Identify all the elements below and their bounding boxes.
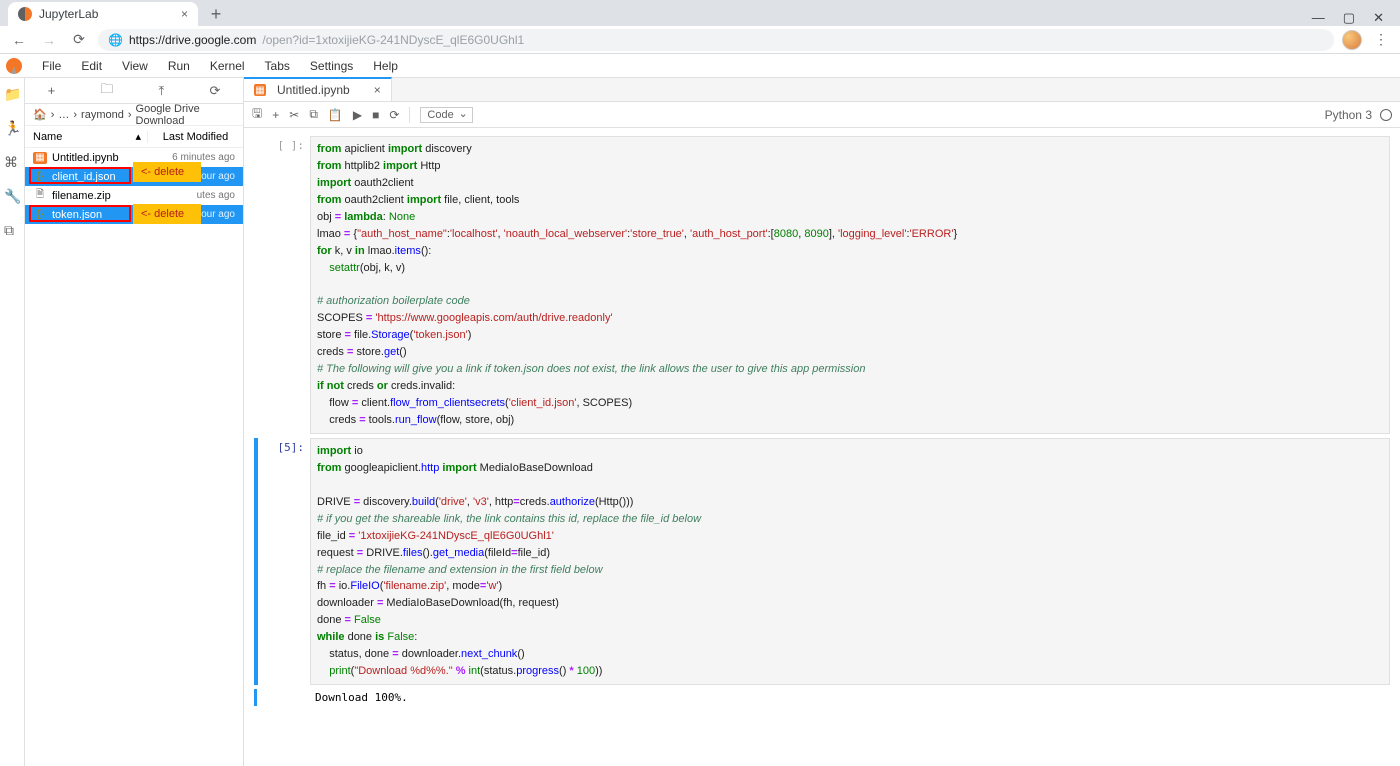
- back-button[interactable]: ←: [8, 32, 30, 48]
- code-editor[interactable]: import io from googleapiclient.http impo…: [310, 438, 1390, 685]
- upload-button[interactable]: ⤒: [159, 83, 165, 99]
- paste-button[interactable]: 📋: [328, 108, 343, 122]
- run-button[interactable]: ▶: [353, 108, 362, 122]
- notebook-tab[interactable]: ▦ Untitled.ipynb ×: [244, 77, 392, 101]
- json-icon: {}: [33, 171, 47, 183]
- notebook-cells[interactable]: [ ]: from apiclient import discovery fro…: [244, 128, 1400, 766]
- menu-help[interactable]: Help: [363, 57, 408, 75]
- add-cell-button[interactable]: +: [272, 108, 279, 122]
- code-cell[interactable]: [5]: import io from googleapiclient.http…: [254, 438, 1390, 685]
- jupyter-logo-icon: [6, 58, 22, 74]
- new-folder-button[interactable]: 🗀: [100, 80, 113, 102]
- notebook-tab-bar: ▦ Untitled.ipynb ×: [244, 78, 1400, 102]
- reload-button[interactable]: ⟳: [68, 31, 90, 48]
- refresh-button[interactable]: ⟳: [209, 83, 220, 99]
- close-window-icon[interactable]: ✕: [1373, 10, 1384, 26]
- tab-title: JupyterLab: [39, 7, 98, 21]
- celltype-select[interactable]: Code: [420, 107, 472, 123]
- menu-view[interactable]: View: [112, 57, 158, 75]
- cell-output: Download 100%.: [259, 689, 408, 706]
- new-tab-button[interactable]: +: [204, 2, 228, 26]
- tabs-icon[interactable]: ⧉: [4, 222, 20, 238]
- save-button[interactable]: 🖫: [252, 104, 262, 125]
- cell-output-row: Download 100%.: [254, 689, 1390, 706]
- browser-tab-strip: JupyterLab × + — ▢ ✕: [0, 0, 1400, 26]
- menu-edit[interactable]: Edit: [71, 57, 112, 75]
- sort-icon[interactable]: ▴: [135, 130, 147, 143]
- file-icon: 🗎: [33, 190, 47, 202]
- jupyter-favicon-icon: [18, 7, 32, 21]
- crumb-user[interactable]: raymond: [81, 109, 124, 121]
- copy-button[interactable]: ⧉: [309, 107, 318, 122]
- globe-icon: 🌐: [108, 33, 123, 47]
- forward-button[interactable]: →: [38, 32, 60, 48]
- input-prompt: [5]:: [260, 438, 310, 685]
- file-row[interactable]: {} client_id.json hour ago: [25, 167, 243, 186]
- jupyter-menubar: File Edit View Run Kernel Tabs Settings …: [0, 54, 1400, 78]
- browser-tab[interactable]: JupyterLab ×: [8, 2, 198, 26]
- wrench-icon[interactable]: 🔧: [4, 188, 20, 204]
- file-list: ▦ Untitled.ipynb 6 minutes ago {} client…: [25, 148, 243, 224]
- restart-button[interactable]: ⟳: [389, 108, 399, 122]
- input-prompt: [ ]:: [260, 136, 310, 434]
- home-icon[interactable]: 🏠: [33, 108, 47, 121]
- menu-kernel[interactable]: Kernel: [200, 57, 255, 75]
- address-bar-row: ← → ⟳ 🌐 https://drive.google.com/open?id…: [0, 26, 1400, 54]
- kebab-menu-icon[interactable]: ⋮: [1370, 31, 1392, 48]
- file-row[interactable]: 🗎 filename.zip utes ago: [25, 186, 243, 205]
- code-cell[interactable]: [ ]: from apiclient import discovery fro…: [254, 136, 1390, 434]
- file-row[interactable]: ▦ Untitled.ipynb 6 minutes ago: [25, 148, 243, 167]
- breadcrumb[interactable]: 🏠 › … › raymond › Google Drive Download: [25, 104, 243, 126]
- new-launcher-button[interactable]: +: [48, 83, 56, 98]
- menu-settings[interactable]: Settings: [300, 57, 363, 75]
- url-host: https://drive.google.com: [129, 33, 256, 47]
- folder-icon[interactable]: 📁: [4, 86, 20, 102]
- kernel-name[interactable]: Python 3: [1325, 108, 1372, 122]
- notebook-toolbar: 🖫 + ✂ ⧉ 📋 ▶ ■ ⟳ Code Python 3: [244, 102, 1400, 128]
- menu-run[interactable]: Run: [158, 57, 200, 75]
- minimize-icon[interactable]: —: [1312, 10, 1325, 26]
- json-icon: {}: [33, 209, 47, 221]
- cut-button[interactable]: ✂: [289, 108, 299, 122]
- file-list-header[interactable]: Name▴ Last Modified: [25, 126, 243, 148]
- crumb-folder[interactable]: Google Drive Download: [136, 103, 235, 127]
- url-field[interactable]: 🌐 https://drive.google.com/open?id=1xtox…: [98, 29, 1334, 51]
- notebook-icon: ▦: [33, 152, 47, 164]
- commands-icon[interactable]: ⌘: [4, 154, 20, 170]
- file-browser: + 🗀 ⤒ ⟳ 🏠 › … › raymond › Google Drive D…: [25, 78, 244, 766]
- menu-tabs[interactable]: Tabs: [255, 57, 300, 75]
- file-row[interactable]: {} token.json hour ago: [25, 205, 243, 224]
- code-editor[interactable]: from apiclient import discovery from htt…: [310, 136, 1390, 434]
- activity-bar: 📁 🏃 ⌘ 🔧 ⧉: [0, 78, 25, 766]
- file-toolbar: + 🗀 ⤒ ⟳: [25, 78, 243, 104]
- running-icon[interactable]: 🏃: [4, 120, 20, 136]
- url-path: /open?id=1xtoxijieKG-241NDyscE_qlE6G0UGh…: [262, 33, 524, 47]
- menu-file[interactable]: File: [32, 57, 71, 75]
- profile-avatar-icon[interactable]: [1342, 30, 1362, 50]
- close-tab-icon[interactable]: ×: [374, 83, 381, 97]
- notebook-area: ▦ Untitled.ipynb × 🖫 + ✂ ⧉ 📋 ▶ ■ ⟳ Code …: [244, 78, 1400, 766]
- notebook-icon: ▦: [254, 84, 266, 96]
- maximize-icon[interactable]: ▢: [1343, 10, 1355, 26]
- kernel-idle-icon: [1380, 109, 1392, 121]
- stop-button[interactable]: ■: [372, 108, 379, 122]
